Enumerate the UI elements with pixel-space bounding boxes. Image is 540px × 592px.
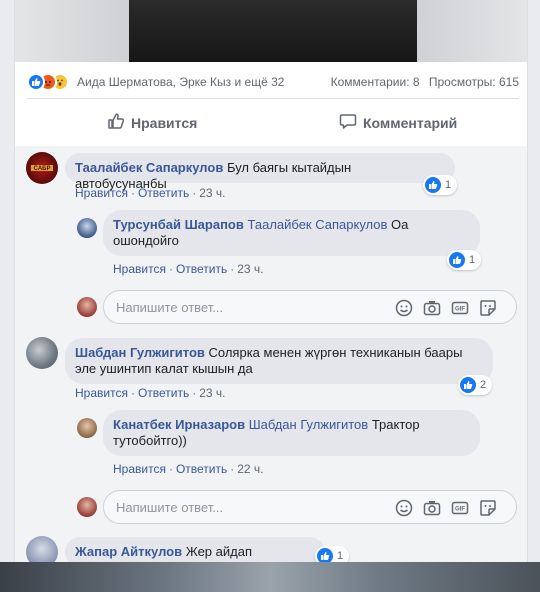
avatar[interactable] [26,536,58,562]
comment-bubble: Таалайбек Сапаркулов Бул баягы кытайдын … [65,153,455,191]
comment-meta: Нравится · Ответить · 23 ч. [75,386,226,400]
comment-reply-link[interactable]: Ответить [138,386,189,400]
comment-author[interactable]: Таалайбек Сапаркулов [75,160,223,175]
post-actions: Нравится Комментарий [15,104,527,140]
reply-time[interactable]: 22 ч. [237,462,263,476]
comment-like-link[interactable]: Нравится [75,386,128,400]
comment-bubble: Жапар Айткулов Жер айдап калыптыр [65,537,325,562]
reply-reply-link[interactable]: Ответить [176,262,227,276]
composer-tools: GIF [394,298,506,318]
like-button[interactable]: Нравится [107,110,217,136]
svg-text:GIF: GIF [455,307,465,313]
current-user-avatar [77,297,97,317]
post-stats: Аида Шерматова, Эрке Кыз и ещё 32 Коммен… [27,72,519,92]
gif-icon[interactable]: GIF [450,498,470,518]
post-counts: Комментарии: 8 Просмотры: 615 [325,75,519,89]
reaction-names[interactable]: Аида Шерматова, Эрке Кыз и ещё 32 [77,75,284,89]
like-icon [317,548,333,562]
svg-text:GIF: GIF [455,507,465,513]
avatar[interactable] [77,418,97,438]
comments-count[interactable]: Комментарии: 8 [331,75,420,89]
reply-author[interactable]: Канатбек Ирназаров [113,417,245,432]
reply-bubble: Турсунбай Шарапов Таалайбек Сапаркулов О… [103,210,480,256]
comment-author[interactable]: Шабдан Гулжигитов [75,345,205,360]
post-card: Аида Шерматова, Эрке Кыз и ещё 32 Коммен… [14,0,528,562]
comment-likes[interactable]: 1 [315,546,349,562]
likes-count: 1 [469,254,476,266]
reply-like-link[interactable]: Нравится [113,262,166,276]
reply-mention[interactable]: Шабдан Гулжигитов [249,417,369,432]
video-player[interactable] [15,0,527,62]
reply-meta: Нравится · Ответить · 22 ч. [113,462,264,476]
svg-text:CAБР: CAБР [34,166,51,172]
likes-count: 1 [445,179,452,191]
like-icon [449,252,465,268]
video-frame[interactable] [129,0,417,62]
like-button-label: Нравится [131,115,198,131]
emoji-icon[interactable] [394,298,414,318]
avatar[interactable]: CAБР [26,152,58,184]
comment-likes[interactable]: 2 [458,375,492,395]
likes-count: 1 [337,550,344,562]
comment-like-link[interactable]: Нравится [75,186,128,200]
comment-reply-link[interactable]: Ответить [138,186,189,200]
reply-likes[interactable]: 1 [447,250,481,270]
comment-icon [339,114,357,129]
views-count: Просмотры: 615 [428,75,519,89]
background-strip [0,562,540,592]
reply-input[interactable] [114,298,374,316]
divider [27,98,519,99]
emoji-icon[interactable] [394,498,414,518]
comment-likes[interactable]: 1 [423,175,457,195]
video-blur-left [15,0,129,62]
comment-button[interactable]: Комментарий [339,110,469,136]
reply-composer: GIF [103,490,517,524]
comment-author[interactable]: Жапар Айткулов [75,544,182,559]
reply-meta: Нравится · Ответить · 23 ч. [113,262,264,276]
gif-icon[interactable]: GIF [450,298,470,318]
likes-count: 2 [480,379,487,391]
comment-time[interactable]: 23 ч. [199,386,225,400]
comment-button-label: Комментарий [363,115,458,131]
reply-reply-link[interactable]: Ответить [176,462,227,476]
camera-icon[interactable] [422,298,442,318]
reply-like-link[interactable]: Нравится [113,462,166,476]
comment-bubble: Шабдан Гулжигитов Солярка менен жүргөн т… [65,338,493,384]
reply-author[interactable]: Турсунбай Шарапов [113,217,244,232]
like-icon [460,377,476,393]
sticker-icon[interactable] [478,298,498,318]
video-blur-right [417,0,527,62]
reply-composer: GIF [103,290,517,324]
like-icon [27,73,45,91]
avatar[interactable] [26,337,58,369]
current-user-avatar [77,497,97,517]
sticker-icon[interactable] [478,498,498,518]
reply-bubble: Канатбек Ирназаров Шабдан Гулжигитов Тра… [103,410,480,456]
thumbs-up-icon [108,113,125,129]
reply-input[interactable] [114,498,374,516]
camera-icon[interactable] [422,498,442,518]
comment-time[interactable]: 23 ч. [199,186,225,200]
composer-tools: GIF [394,498,506,518]
like-icon [425,177,441,193]
comment-meta: Нравится · Ответить · 23 ч. [75,186,226,200]
avatar[interactable] [77,218,97,238]
reply-mention[interactable]: Таалайбек Сапаркулов [248,217,388,232]
reply-time[interactable]: 23 ч. [237,262,263,276]
